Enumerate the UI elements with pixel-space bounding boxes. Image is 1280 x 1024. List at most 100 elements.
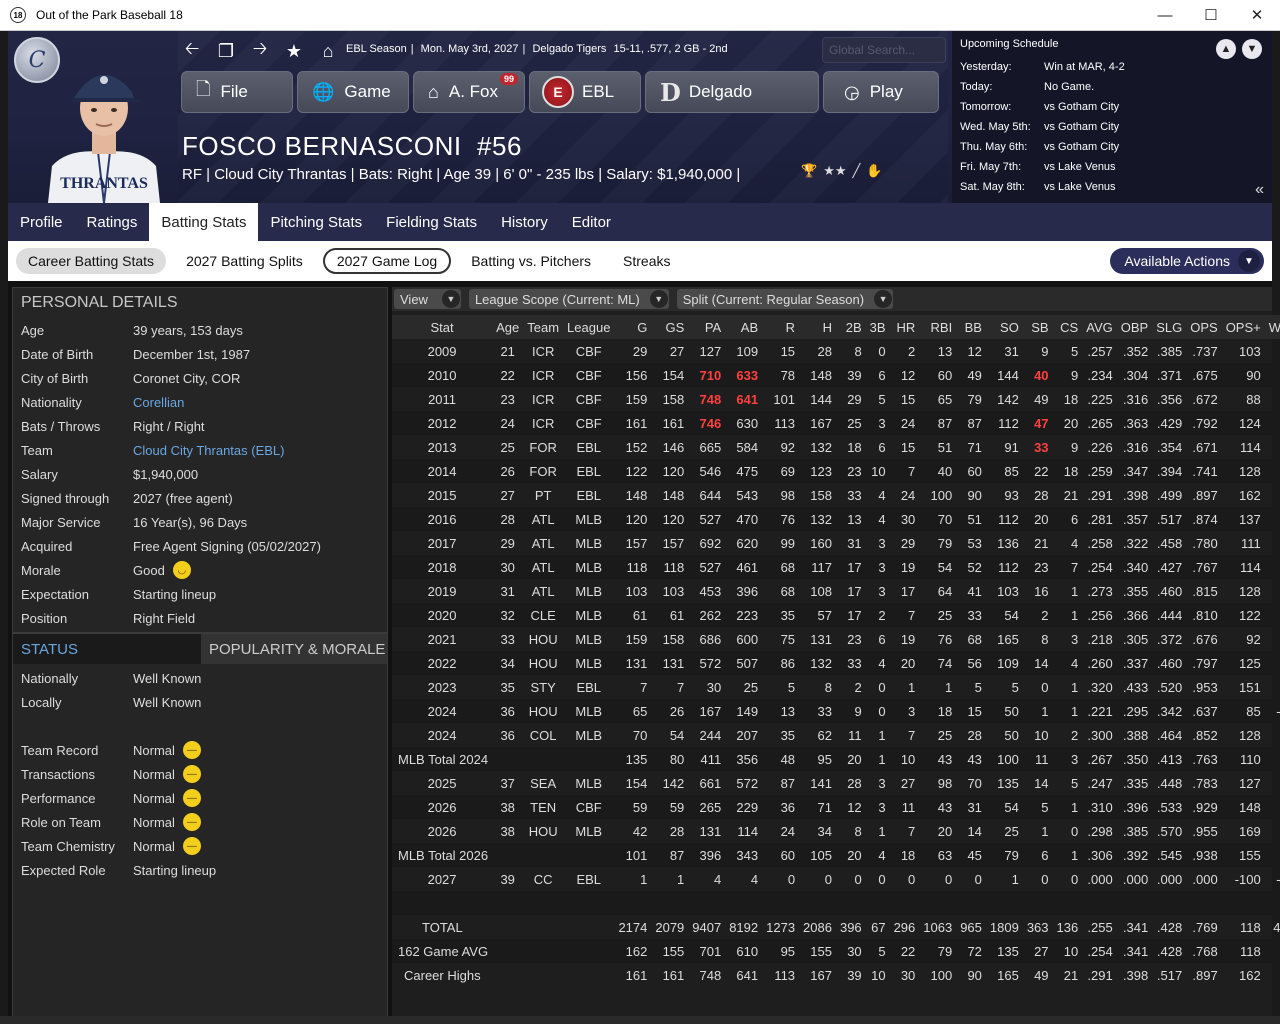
stats-row[interactable]: 2026 38 HOU MLB 42 28 131 114 24 34 8 1 7 20 14 25 1 0.29… bbox=[392, 819, 1280, 843]
column-header[interactable]: PA bbox=[688, 315, 726, 339]
stats-row[interactable]: 2023 35 STY EBL 7 7 30 25 5 8 2 0 1 1 5 5 0 1.320.433.520… bbox=[392, 675, 1280, 699]
tab-popularity-morale[interactable]: POPULARITY & MORALE bbox=[201, 634, 387, 664]
stats-row[interactable]: Career Highs 161 161 748 641 113 167 39 10 30 100 9… bbox=[392, 963, 1280, 987]
subtab-game-log[interactable]: 2027 Game Log bbox=[322, 248, 452, 274]
stats-row[interactable]: 2025 37 SEA MLB 154 142 661 572 87 141 28 3 27 98 70 13… bbox=[392, 771, 1280, 795]
stats-row[interactable]: 2020 32 CLE MLB 61 61 262 223 35 57 17 2 7 25 33 54 2 1.2… bbox=[392, 603, 1280, 627]
tab-fielding-stats[interactable]: Fielding Stats bbox=[374, 203, 489, 241]
column-header[interactable]: HR bbox=[889, 315, 920, 339]
schedule-row[interactable]: Yesterday: Win at MAR, 4-2 bbox=[960, 57, 1264, 77]
column-header[interactable]: H bbox=[799, 315, 836, 339]
column-header[interactable]: SB bbox=[1022, 315, 1053, 339]
home-icon[interactable]: ⌂ bbox=[316, 39, 340, 63]
stats-row[interactable]: 2013 25 FOR EBL 152 146 665 584 92 132 18 6 15 51 71 91… bbox=[392, 435, 1280, 459]
collapse-icon[interactable]: « bbox=[1255, 181, 1264, 199]
global-search-input[interactable]: Global Search... bbox=[822, 37, 946, 63]
column-header[interactable]: GS bbox=[651, 315, 689, 339]
column-header[interactable]: WAR bbox=[1264, 315, 1280, 339]
column-header[interactable]: OPS bbox=[1186, 315, 1222, 339]
stats-row[interactable]: 2014 26 FOR EBL 122 120 546 475 69 123 23 10 7 40 60 85… bbox=[392, 459, 1280, 483]
schedule-row[interactable]: Sat. May 8th: vs Lake Venus bbox=[960, 177, 1264, 197]
detail-value[interactable]: Corellian bbox=[133, 395, 184, 410]
column-header[interactable]: R bbox=[762, 315, 800, 339]
tab-status[interactable]: STATUS bbox=[13, 634, 201, 664]
tab-pitching-stats[interactable]: Pitching Stats bbox=[258, 203, 374, 241]
column-header[interactable]: G bbox=[614, 315, 652, 339]
subtab-streaks[interactable]: Streaks bbox=[611, 248, 682, 274]
stats-row[interactable]: 2026 38 TEN CBF 59 59 265 229 36 71 12 3 11 43 31 54 5 1.… bbox=[392, 795, 1280, 819]
column-header[interactable]: 2B bbox=[835, 315, 866, 339]
play-button[interactable]: ◶ Play bbox=[823, 71, 939, 113]
stats-row[interactable]: 2015 27 PT EBL 148 148 644 543 98 158 33 4 24 100 90 93… bbox=[392, 483, 1280, 507]
column-header[interactable]: SO bbox=[985, 315, 1023, 339]
subtab-career-batting[interactable]: Career Batting Stats bbox=[16, 248, 167, 274]
file-button[interactable]: 🗋 File bbox=[181, 71, 293, 113]
column-header[interactable]: League bbox=[563, 315, 615, 339]
column-header[interactable]: RBI bbox=[919, 315, 957, 339]
stats-row[interactable]: 2010 22 ICR CBF 156 154 710 633 78 148 39 6 12 60 49 14… bbox=[392, 363, 1280, 387]
minimize-button[interactable]: — bbox=[1142, 0, 1188, 30]
schedule-row[interactable]: Today: No Game. bbox=[960, 77, 1264, 97]
schedule-row[interactable]: Wed. May 5th: vs Gotham City bbox=[960, 117, 1264, 137]
stats-row[interactable]: MLB Total 2026 101 87 396 343 60 105 20 4 18 63 45 7… bbox=[392, 843, 1280, 867]
split-dropdown[interactable]: Split (Current: Regular Season) ▼ bbox=[676, 289, 894, 309]
column-header[interactable]: AB bbox=[725, 315, 763, 339]
stats-row[interactable]: 2022 34 HOU MLB 131 131 572 507 86 132 33 4 20 74 56 10… bbox=[392, 651, 1280, 675]
column-header[interactable]: AVG bbox=[1082, 315, 1117, 339]
stats-row[interactable]: 2016 28 ATL MLB 120 120 527 470 76 132 13 4 30 70 51 11… bbox=[392, 507, 1280, 531]
award-trophy-icon[interactable]: 🏆 bbox=[801, 163, 817, 179]
schedule-row[interactable]: Fri. May 7th: vs Lake Venus bbox=[960, 157, 1264, 177]
tab-ratings[interactable]: Ratings bbox=[75, 203, 150, 241]
column-header[interactable]: SLG bbox=[1152, 315, 1187, 339]
column-header[interactable]: Stat bbox=[392, 315, 493, 339]
stats-row[interactable]: MLB Total 2024 135 80 411 356 48 95 20 1 10 43 43 10… bbox=[392, 747, 1280, 771]
back-arrow-icon[interactable]: 🡠 bbox=[180, 38, 204, 63]
stats-row[interactable]: 2027 39 CC EBL 1 1 4 4 0 0 0 0 0 0 0 1 0 0.000.000.000.00… bbox=[392, 867, 1280, 891]
team-button[interactable]: D Delgado bbox=[645, 71, 819, 113]
league-scope-dropdown[interactable]: League Scope (Current: ML) ▼ bbox=[468, 289, 669, 309]
bat-icon[interactable]: ╱ bbox=[853, 163, 861, 179]
manager-button[interactable]: ⌂ A. Fox 99 bbox=[413, 71, 525, 113]
copy-icon[interactable]: ❐ bbox=[214, 39, 238, 63]
game-button[interactable]: 🌐 Game bbox=[297, 71, 409, 113]
tab-editor[interactable]: Editor bbox=[560, 203, 623, 241]
all-star-icon[interactable]: ★★ bbox=[823, 163, 846, 179]
column-header[interactable]: OBP bbox=[1116, 315, 1153, 339]
schedule-row[interactable]: Tomorrow: vs Gotham City bbox=[960, 97, 1264, 117]
stats-row[interactable]: TOTAL 2174 2079 9407 8192 1273 2086 396 67 296 106… bbox=[392, 915, 1280, 939]
stats-row[interactable]: 162 Game AVG 162 155 701 610 95 155 30 5 22 79 72 13… bbox=[392, 939, 1280, 963]
stats-row[interactable] bbox=[392, 891, 1280, 915]
view-dropdown[interactable]: View ▼ bbox=[394, 289, 461, 309]
column-header[interactable]: BB bbox=[956, 315, 986, 339]
available-actions-button[interactable]: Available Actions ▼ bbox=[1110, 248, 1264, 274]
stats-row[interactable]: 2018 30 ATL MLB 118 118 527 461 68 117 17 3 19 54 52 11… bbox=[392, 555, 1280, 579]
maximize-button[interactable]: ☐ bbox=[1188, 0, 1234, 30]
subtab-batting-splits[interactable]: 2027 Batting Splits bbox=[174, 248, 315, 274]
stats-row[interactable]: 2012 24 ICR CBF 161 161 746 630 113 167 25 3 24 87 87 1… bbox=[392, 411, 1280, 435]
schedule-row[interactable]: Thu. May 6th: vs Gotham City bbox=[960, 137, 1264, 157]
stats-row[interactable]: 2024 36 HOU MLB 65 26 167 149 13 33 9 0 3 18 15 50 1 1.22… bbox=[392, 699, 1280, 723]
glove-icon[interactable]: ✋ bbox=[866, 163, 882, 179]
league-button[interactable]: E EBL bbox=[529, 71, 641, 113]
forward-arrow-icon[interactable]: 🡢 bbox=[248, 38, 272, 63]
stats-row[interactable]: 2009 21 ICR CBF 29 27 127 109 15 28 8 0 2 13 12 31 9 5 .25… bbox=[392, 339, 1280, 363]
tab-batting-stats[interactable]: Batting Stats bbox=[149, 203, 259, 241]
column-header[interactable]: Age bbox=[492, 315, 524, 339]
subtab-vs-pitchers[interactable]: Batting vs. Pitchers bbox=[459, 248, 603, 274]
schedule-down-icon[interactable]: ▼ bbox=[1242, 39, 1262, 59]
close-button[interactable]: ✕ bbox=[1234, 0, 1280, 30]
star-icon[interactable]: ★ bbox=[282, 39, 306, 63]
stats-row[interactable]: 2011 23 ICR CBF 159 158 748 641 101 144 29 5 15 65 79 1… bbox=[392, 387, 1280, 411]
stats-row[interactable]: 2021 33 HOU MLB 159 158 686 600 75 131 23 6 19 76 68 16… bbox=[392, 627, 1280, 651]
column-header[interactable]: Team bbox=[523, 315, 564, 339]
column-header[interactable]: OPS+ bbox=[1221, 315, 1265, 339]
tab-profile[interactable]: Profile bbox=[8, 203, 75, 241]
stats-row[interactable]: 2019 31 ATL MLB 103 103 453 396 68 108 17 3 17 64 41 10… bbox=[392, 579, 1280, 603]
schedule-up-icon[interactable]: ▲ bbox=[1216, 39, 1236, 59]
tab-history[interactable]: History bbox=[489, 203, 560, 241]
stats-row[interactable]: 2017 29 ATL MLB 157 157 692 620 99 160 31 3 29 79 53 13… bbox=[392, 531, 1280, 555]
column-header[interactable]: CS bbox=[1052, 315, 1083, 339]
stats-row[interactable]: 2024 36 COL MLB 70 54 244 207 35 62 11 1 7 25 28 50 10 2.… bbox=[392, 723, 1280, 747]
column-header[interactable]: 3B bbox=[865, 315, 890, 339]
detail-value[interactable]: Cloud City Thrantas (EBL) bbox=[133, 443, 285, 458]
